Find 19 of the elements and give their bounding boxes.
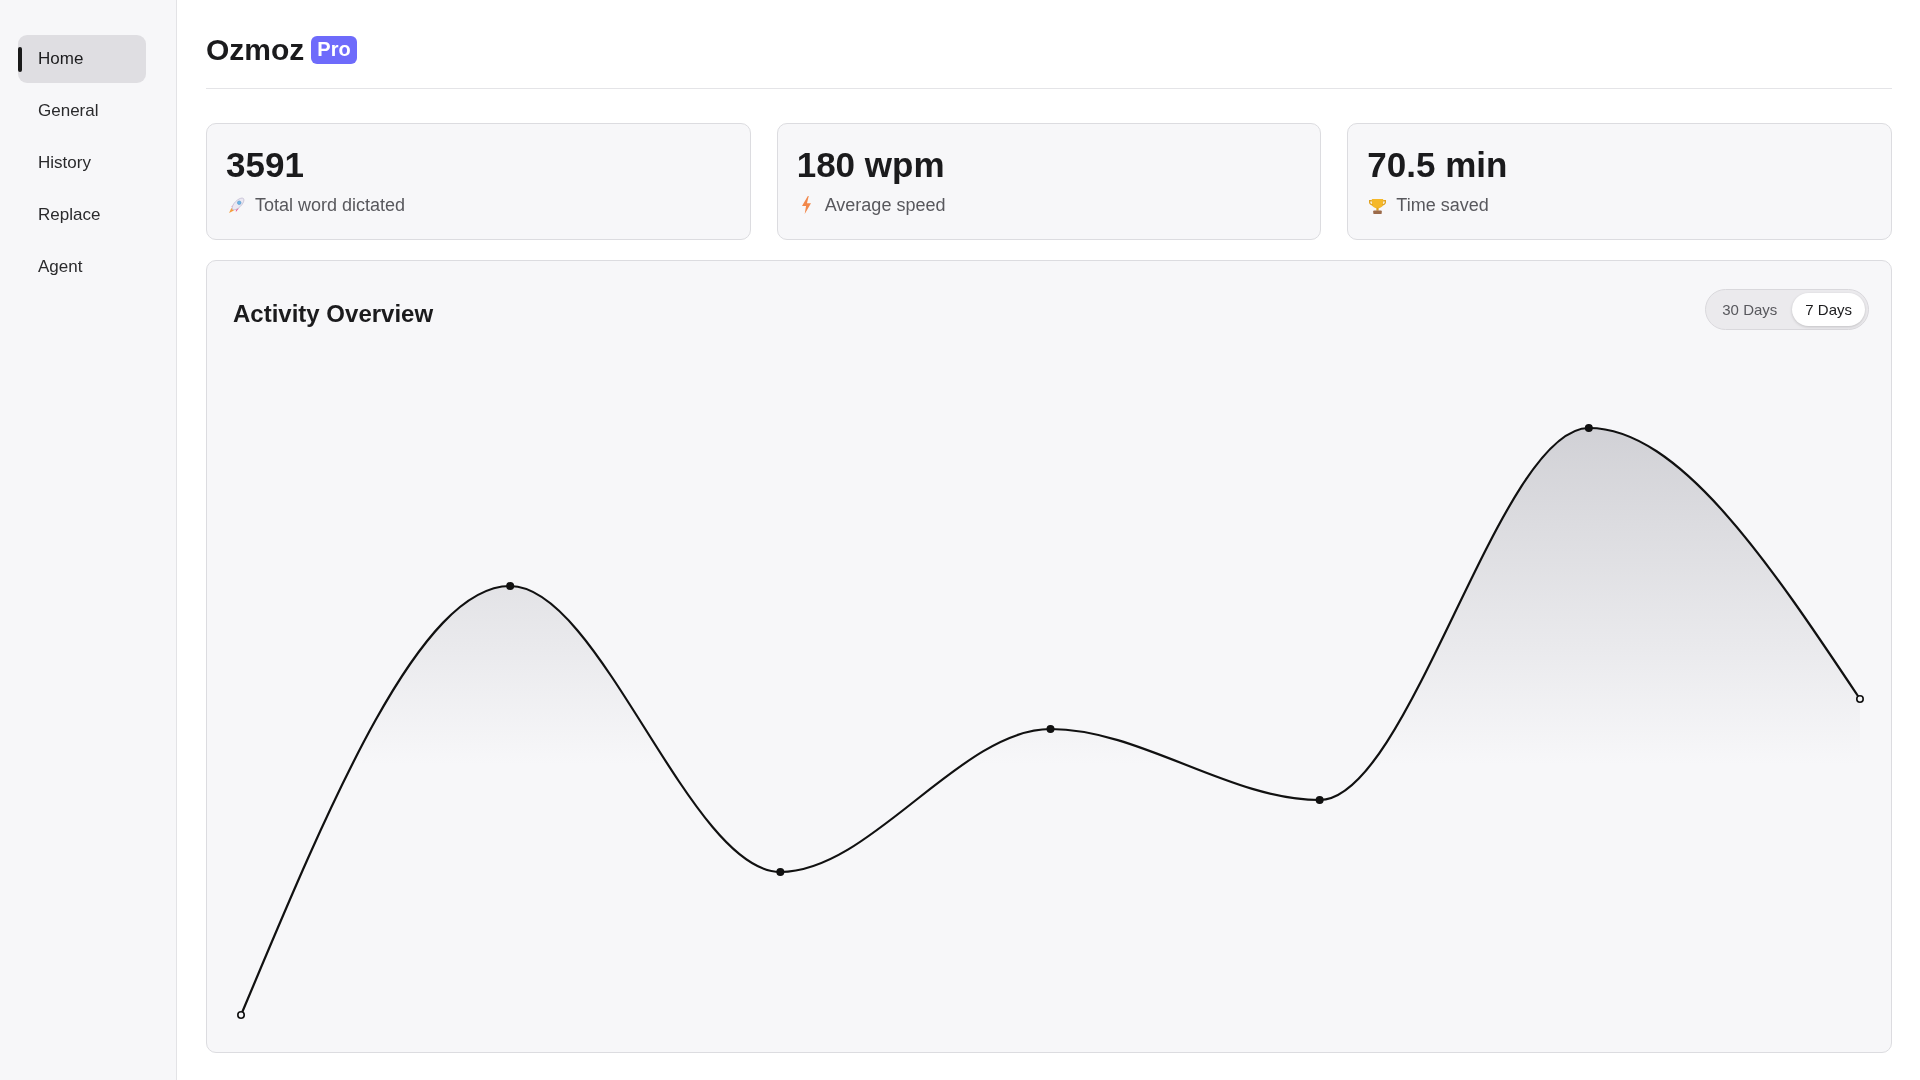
sidebar-item[interactable]: History [18, 139, 146, 187]
range-tab[interactable]: 30 Days [1709, 293, 1791, 326]
stat-label: Average speed [824, 194, 946, 216]
stat-label: Total word dictated [255, 194, 406, 216]
sidebar-item[interactable]: Agent [18, 243, 146, 291]
trophy-icon [1369, 196, 1387, 214]
lightning-icon [800, 196, 812, 214]
stat-value: 3591 [226, 144, 304, 186]
stat-value: 70.5 min [1367, 144, 1508, 186]
chart-title: Activity Overview [233, 299, 434, 328]
range-tab[interactable]: 7 Days [1792, 293, 1865, 326]
app-title: Ozmoz [206, 33, 305, 67]
rocket-icon [228, 196, 246, 214]
stat-value: 180 wpm [796, 144, 945, 186]
plan-badge: Pro [311, 36, 357, 64]
stat-label: Time saved [1396, 194, 1489, 216]
sidebar-item[interactable]: Replace [18, 191, 146, 239]
sidebar-item[interactable]: General [18, 87, 146, 135]
sidebar-item[interactable]: Home [18, 35, 146, 83]
